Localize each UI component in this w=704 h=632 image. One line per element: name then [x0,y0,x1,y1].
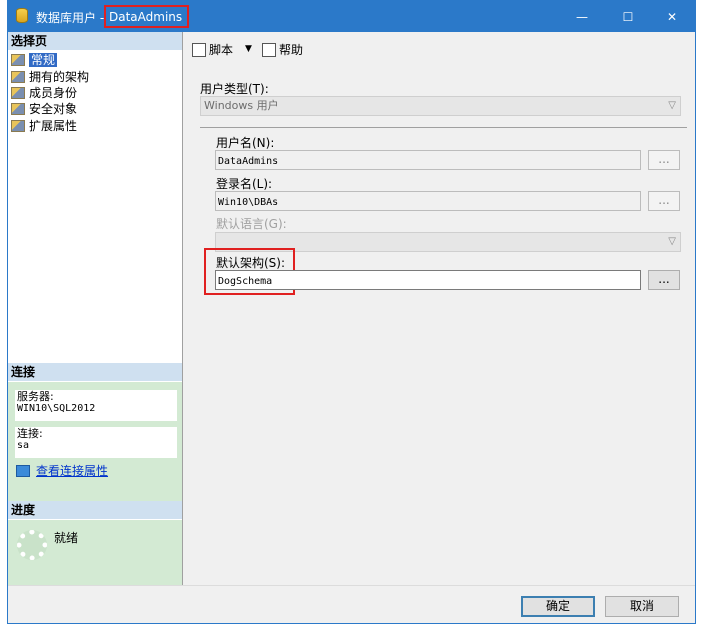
nav-item-owned-schemas[interactable]: 拥有的架构 [11,69,89,85]
login-name-label: 登录名(L): [216,177,273,191]
connection-value: sa [17,440,30,451]
view-connection-properties-label: 查看连接属性 [36,464,109,478]
user-name-value: DataAdmins [218,156,279,167]
general-page: 用户类型(T): Windows 用户 ▽ 用户名(N): DataAdmins… [184,66,695,585]
page-icon [11,54,25,66]
page-icon [11,87,25,99]
progress-panel: 就绪 [8,520,182,585]
default-schema-browse-button[interactable]: ... [648,270,680,290]
nav-item-membership[interactable]: 成员身份 [11,85,77,101]
chevron-down-icon: ▽ [668,236,676,247]
script-dropdown-icon[interactable]: ▼ [245,44,252,54]
help-label: 帮助 [279,43,304,57]
default-schema-value: DogSchema [218,276,273,287]
select-page-header: 选择页 [8,32,182,50]
view-connection-properties-link[interactable]: 查看连接属性 [16,462,108,479]
connection-header: 连接 [8,363,182,381]
nav-item-label: 扩展属性 [29,119,78,133]
toolbar: 脚本 ▼ 帮助 [184,32,695,66]
login-name-value: Win10\DBAs [218,197,279,208]
help-button[interactable]: 帮助 [262,41,303,58]
default-language-label: 默认语言(G): [216,217,287,231]
nav-item-label: 安全对象 [29,102,78,116]
nav-item-general[interactable]: 常规 [11,52,58,68]
database-icon [16,8,28,23]
server-label: 服务器: [17,390,54,403]
minimize-button[interactable]: — [559,1,605,32]
window-title-prefix: 数据库用户 - [36,11,105,25]
chevron-down-icon: ▽ [668,100,676,111]
login-name-field[interactable]: Win10\DBAs [215,191,641,211]
close-button[interactable]: ✕ [649,1,695,32]
dialog-window: 数据库用户 - DataAdmins — ☐ ✕ 选择页 常规 拥有的架构 成员… [7,0,696,624]
progress-status: 就绪 [54,531,79,545]
user-name-field[interactable]: DataAdmins [215,150,641,170]
page-icon [11,120,25,132]
login-name-browse-button[interactable]: ... [648,191,680,211]
minimize-icon: — [576,9,588,24]
default-schema-field[interactable]: DogSchema [215,270,641,290]
default-schema-label: 默认架构(S): [216,256,286,270]
nav-item-extended-properties[interactable]: 扩展属性 [11,118,77,134]
user-type-select[interactable]: Windows 用户 ▽ [200,96,681,116]
page-icon [11,103,25,115]
left-pane: 选择页 常规 拥有的架构 成员身份 安全对象 扩展属性 连接 服务器: WIN1… [8,32,183,585]
cancel-button[interactable]: 取消 [605,596,679,617]
user-name-browse-button[interactable]: ... [648,150,680,170]
script-button[interactable]: 脚本 [192,41,233,58]
nav-item-label: 常规 [29,53,58,67]
user-type-label: 用户类型(T): [200,82,269,96]
title-highlight-box: DataAdmins [104,5,189,28]
button-bar: 确定 取消 [8,585,695,624]
window-title-name: DataAdmins [109,10,183,24]
page-icon [11,71,25,83]
help-icon [262,43,276,57]
divider [200,127,687,128]
nav-item-label: 拥有的架构 [29,70,90,84]
server-value: WIN10\SQL2012 [17,403,96,414]
nav-item-securables[interactable]: 安全对象 [11,101,77,117]
user-type-value: Windows 用户 [204,99,279,112]
connection-box: 连接: sa [15,427,177,458]
maximize-icon: ☐ [622,9,634,24]
ok-button[interactable]: 确定 [521,596,595,617]
script-label: 脚本 [209,43,234,57]
title-bar: 数据库用户 - DataAdmins — ☐ ✕ [8,1,695,32]
maximize-button[interactable]: ☐ [605,1,651,32]
server-box: 服务器: WIN10\SQL2012 [15,390,177,421]
progress-spinner-icon [17,530,47,560]
user-name-label: 用户名(N): [216,136,275,150]
close-icon: ✕ [666,9,678,24]
properties-icon [16,465,30,477]
script-icon [192,43,206,57]
connection-panel: 服务器: WIN10\SQL2012 连接: sa [8,382,182,502]
connection-label: 连接: [17,427,43,440]
progress-header: 进度 [8,501,182,519]
nav-item-label: 成员身份 [29,86,78,100]
